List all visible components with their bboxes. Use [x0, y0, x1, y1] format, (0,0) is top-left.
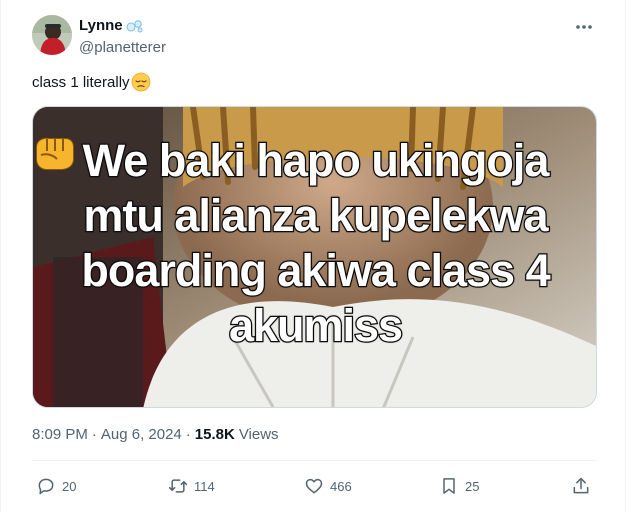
divider	[32, 460, 597, 461]
tweet-text: class 1 literally	[32, 72, 151, 92]
action-bar: 20 114 466 25	[1, 470, 626, 502]
share-icon	[573, 477, 589, 494]
tweet-time[interactable]: 8:09 PM	[32, 426, 88, 443]
more-dots-icon	[576, 25, 592, 29]
repost-count: 114	[194, 478, 215, 494]
meta-separator: ·	[91, 426, 97, 443]
avatar-image	[32, 15, 72, 55]
views-count[interactable]: 15.8K	[195, 426, 235, 443]
caption-line: mtu alianza kupelekwa	[82, 189, 550, 243]
media-caption: We baki hapo ukingoja mtu alianza kupele…	[33, 133, 596, 353]
tweet-card: Lynne @planetterer class 1 literally We …	[0, 0, 626, 512]
like-count: 466	[330, 478, 352, 494]
bookmark-count: 25	[465, 478, 480, 494]
author-name-row: Lynne	[79, 17, 144, 34]
views-label: Views	[238, 426, 279, 443]
reply-count: 20	[62, 478, 77, 494]
repost-icon	[168, 479, 188, 493]
pensive-face-icon	[131, 72, 150, 92]
bookmark-button[interactable]: 25	[439, 470, 479, 502]
heart-icon	[305, 478, 323, 494]
reply-icon	[38, 478, 54, 495]
caption-line: akumiss	[228, 299, 405, 353]
tweet-meta: 8:09 PM · Aug 6, 2024 · 15.8K Views	[32, 426, 279, 443]
share-button[interactable]	[571, 470, 591, 502]
display-name[interactable]: Lynne	[79, 17, 123, 34]
more-options-button[interactable]	[571, 14, 597, 40]
author-handle[interactable]: @planetterer	[79, 39, 166, 56]
oncoming-fist-icon	[36, 137, 74, 170]
repost-button[interactable]: 114	[168, 470, 215, 502]
caption-line: boarding akiwa class 4	[80, 244, 552, 298]
like-button[interactable]: 466	[304, 470, 352, 502]
reply-button[interactable]: 20	[36, 470, 76, 502]
tweet-date[interactable]: Aug 6, 2024	[101, 426, 182, 443]
bubbles-emoji-icon	[126, 19, 143, 32]
caption-line: We baki hapo ukingoja	[81, 134, 550, 188]
avatar[interactable]	[32, 15, 72, 55]
meta-separator: ·	[185, 426, 191, 443]
bookmark-icon	[443, 478, 455, 494]
tweet-text-content: class 1 literally	[32, 73, 130, 91]
tweet-media-image[interactable]: We baki hapo ukingoja mtu alianza kupele…	[32, 106, 597, 408]
caption-line-last: akumiss	[33, 137, 596, 353]
